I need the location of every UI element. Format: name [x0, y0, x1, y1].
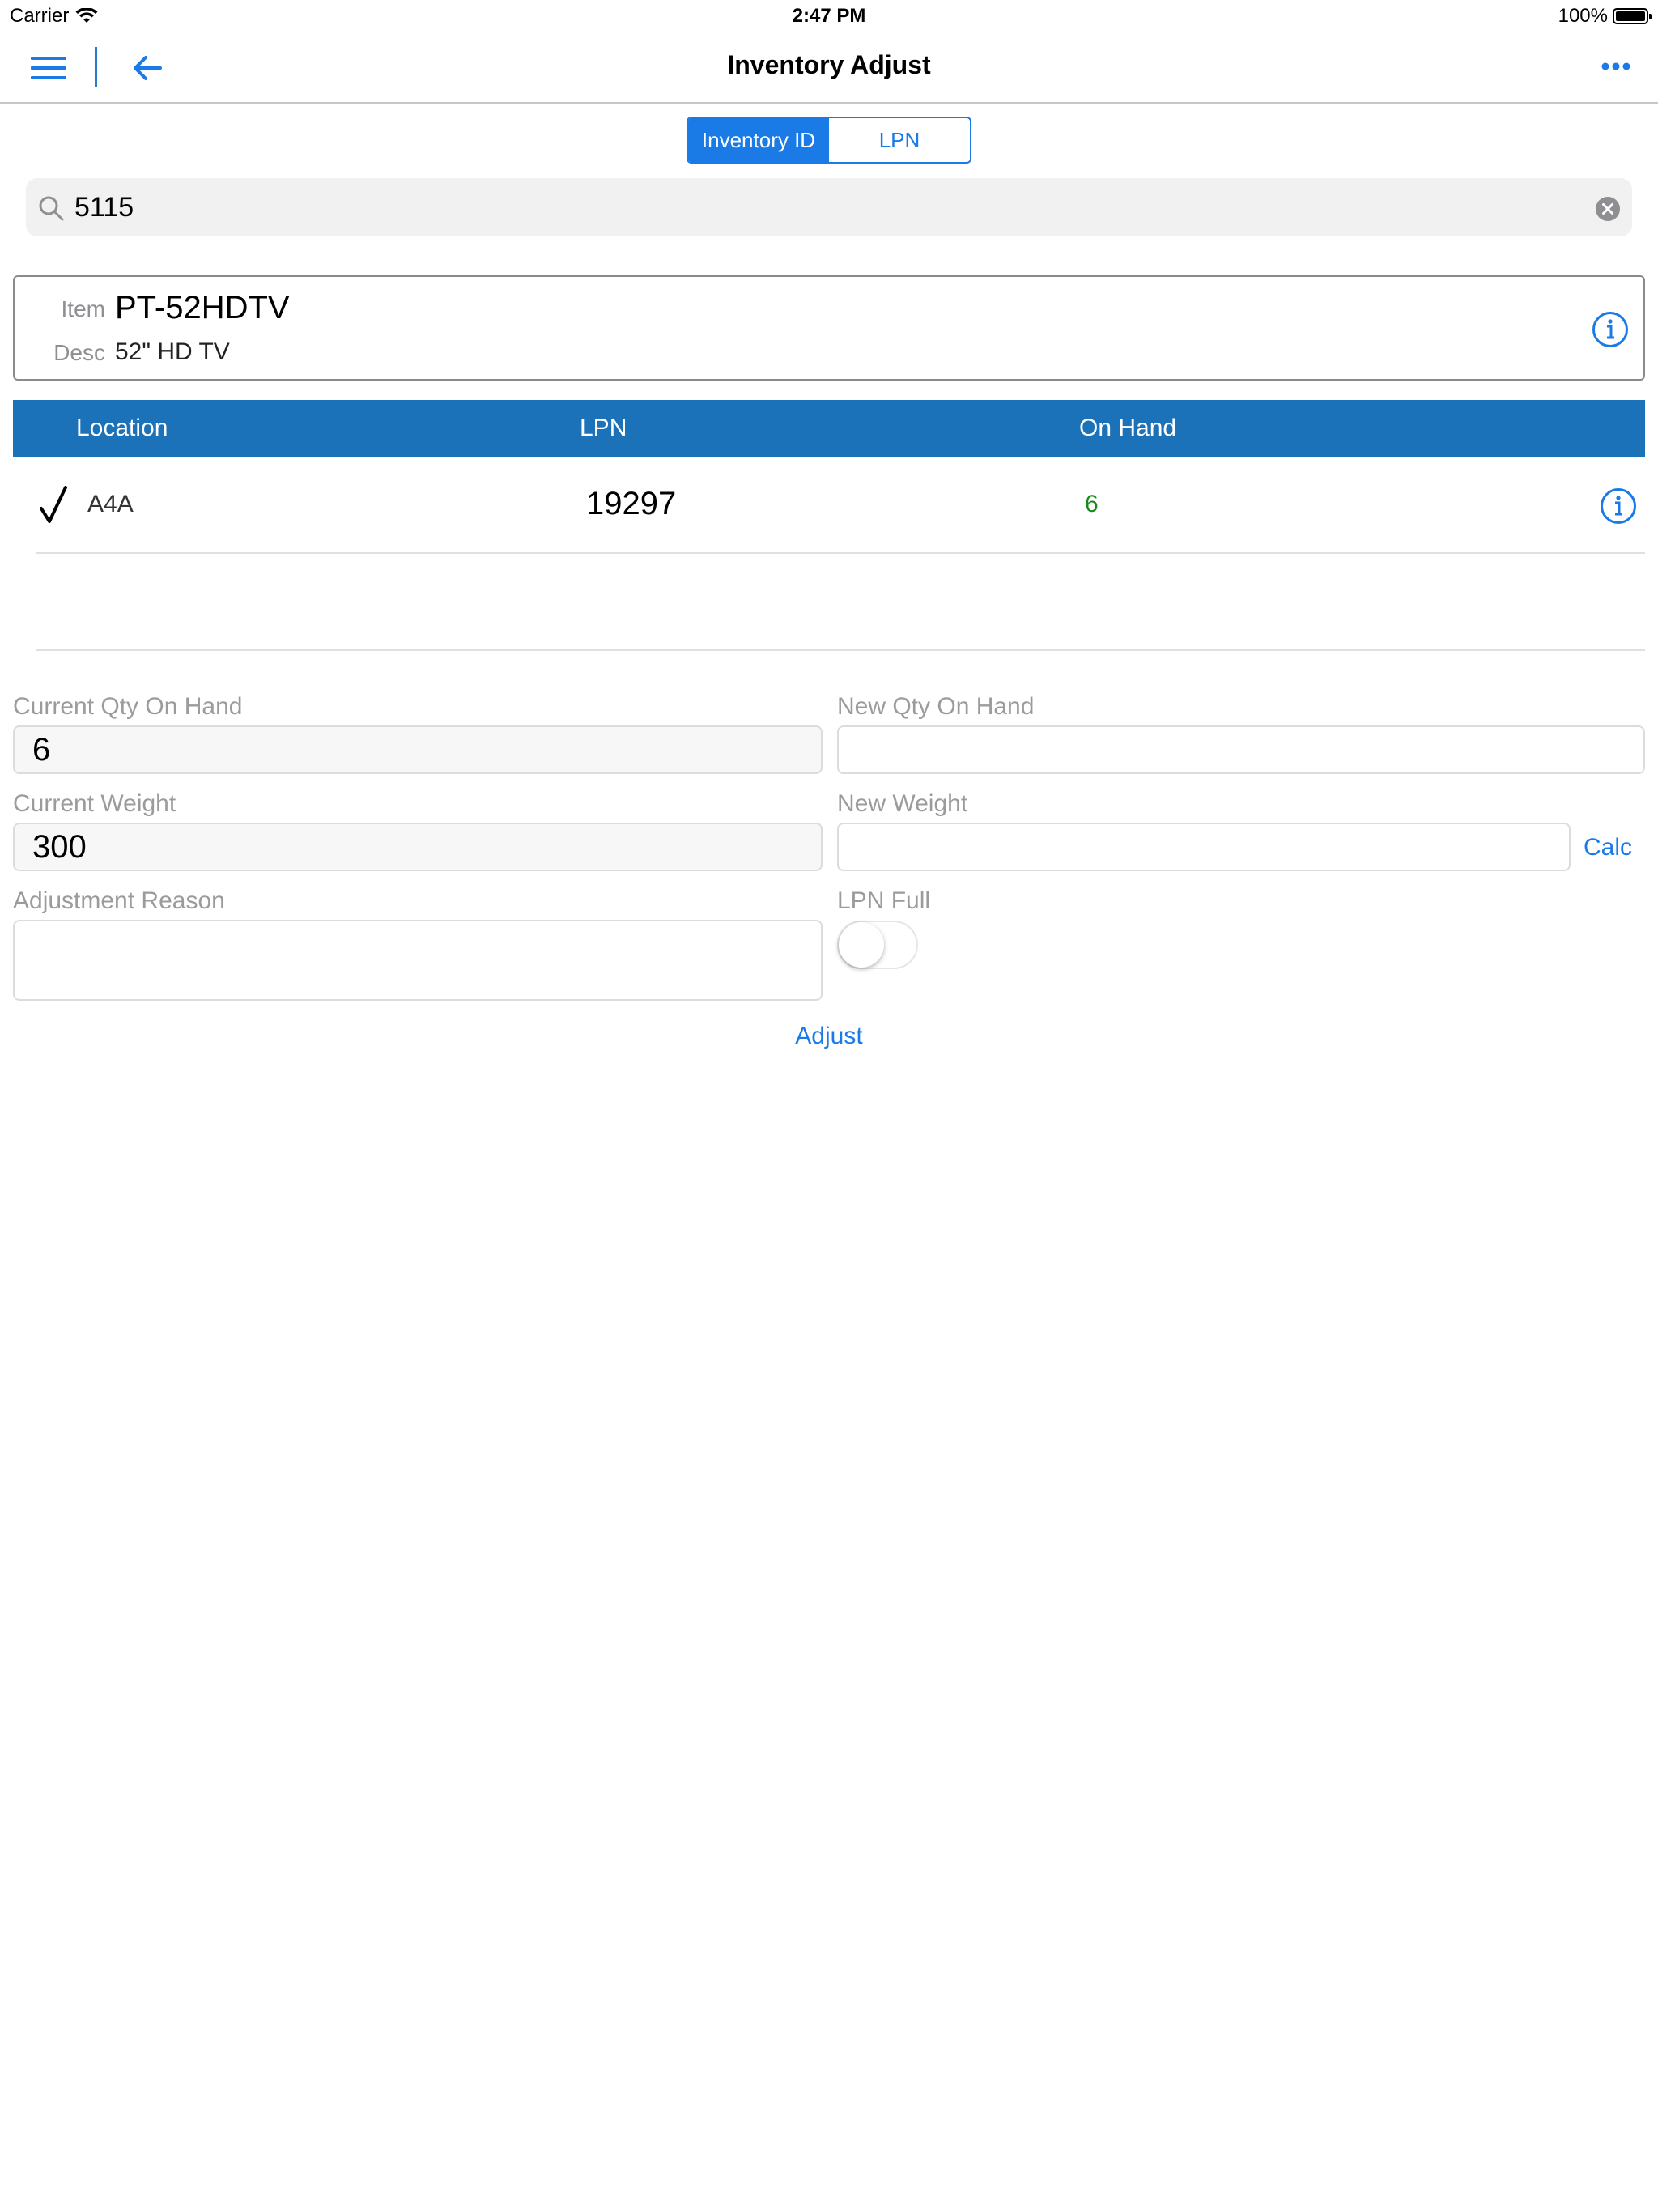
- column-header-location: Location: [76, 415, 168, 441]
- adjustment-reason-label: Adjustment Reason: [13, 887, 225, 914]
- nav-bar: Inventory Adjust: [0, 32, 1658, 104]
- new-qty-field[interactable]: [837, 725, 1645, 774]
- search-input[interactable]: [74, 188, 1564, 227]
- adjust-button[interactable]: Adjust: [748, 1022, 910, 1051]
- status-bar: Carrier 2:47 PM 100%: [0, 0, 1658, 32]
- search-mode-segmented-control: Inventory ID LPN: [687, 117, 971, 164]
- segment-lpn[interactable]: LPN: [829, 118, 970, 162]
- calc-button[interactable]: Calc: [1584, 834, 1632, 861]
- item-card: Item PT-52HDTV Desc 52" HD TV: [13, 275, 1645, 381]
- current-weight-field: [13, 823, 823, 871]
- adjustment-reason-field[interactable]: [13, 920, 823, 1001]
- desc-label: Desc: [53, 340, 105, 365]
- segment-inventory-id[interactable]: Inventory ID: [688, 118, 829, 162]
- current-weight-label: Current Weight: [13, 790, 176, 817]
- new-weight-label: New Weight: [837, 790, 968, 817]
- row-location: A4A: [87, 491, 134, 517]
- new-qty-label: New Qty On Hand: [837, 693, 1035, 720]
- item-value: PT-52HDTV: [115, 290, 290, 325]
- toggle-knob: [839, 922, 884, 968]
- row-lpn: 19297: [586, 486, 677, 521]
- lpn-full-label: LPN Full: [837, 887, 931, 914]
- desc-value: 52" HD TV: [115, 338, 230, 365]
- clear-circle-icon[interactable]: [1595, 196, 1621, 222]
- more-dots-icon[interactable]: [1601, 62, 1630, 71]
- item-info-icon[interactable]: [1592, 311, 1629, 348]
- list-divider: [36, 649, 1645, 651]
- search-bar: [26, 178, 1632, 236]
- battery-indicator: 100%: [1558, 5, 1652, 28]
- battery-icon: [1613, 8, 1652, 24]
- row-info-icon[interactable]: [1600, 487, 1637, 525]
- battery-percent: 100%: [1558, 5, 1608, 27]
- clock: 2:47 PM: [792, 5, 866, 27]
- table-row[interactable]: A4A 19297 6: [36, 457, 1645, 554]
- page-title: Inventory Adjust: [727, 50, 931, 79]
- lpn-full-toggle[interactable]: [837, 921, 918, 969]
- checkmark-icon: [40, 486, 67, 523]
- current-qty-label: Current Qty On Hand: [13, 693, 243, 720]
- item-label: Item: [61, 296, 105, 321]
- search-icon: [39, 196, 64, 221]
- current-qty-field: [13, 725, 823, 774]
- column-header-lpn: LPN: [580, 415, 627, 441]
- column-header-on-hand: On Hand: [1079, 415, 1177, 441]
- new-weight-field[interactable]: [837, 823, 1571, 871]
- row-on-hand: 6: [1085, 491, 1099, 517]
- table-header: Location LPN On Hand: [13, 400, 1645, 457]
